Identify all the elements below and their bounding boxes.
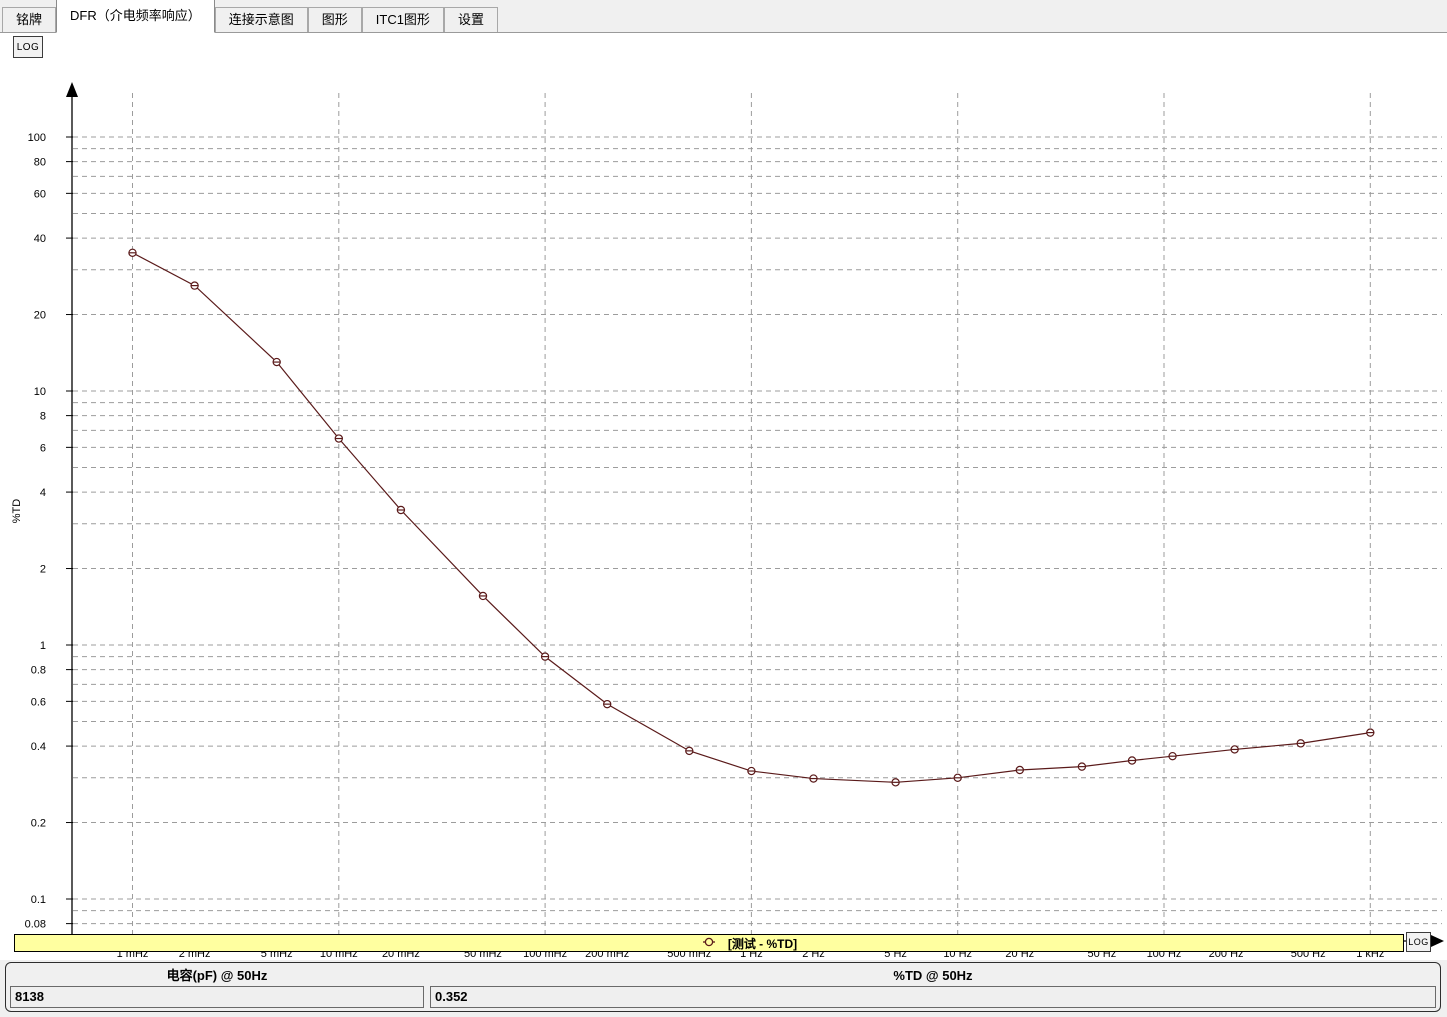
svg-text:40: 40 bbox=[34, 233, 46, 245]
tab-bar: 铭牌DFR（介电频率响应）连接示意图图形ITC1图形设置 bbox=[0, 0, 1447, 33]
svg-text:1: 1 bbox=[40, 640, 46, 652]
tab-dfr[interactable]: DFR（介电频率响应） bbox=[56, 0, 215, 33]
svg-text:10: 10 bbox=[34, 386, 46, 398]
tab-settings[interactable]: 设置 bbox=[444, 7, 498, 32]
readout-panel: 电容(pF) @ 50Hz 8138 %TD @ 50Hz 0.352 bbox=[5, 962, 1441, 1012]
svg-text:2: 2 bbox=[40, 564, 46, 576]
y-tick-labels: 100 80 60 40 20 10 8 6 4 2 1 0.8 0.6 0.4 0.2 0.1 0.08 bbox=[25, 132, 73, 931]
y-axis-arrow-icon bbox=[66, 82, 78, 97]
svg-text:0.2: 0.2 bbox=[31, 818, 46, 830]
svg-text:0.08: 0.08 bbox=[25, 919, 46, 931]
svg-text:20: 20 bbox=[34, 310, 46, 322]
svg-text:100: 100 bbox=[28, 132, 46, 144]
tab-itc1-graph[interactable]: ITC1图形 bbox=[362, 7, 444, 32]
axes bbox=[66, 82, 1444, 947]
chart-panel: 100 80 60 40 20 10 8 6 4 2 1 0.8 0.6 0.4 0.2 0.1 0.08 %TD… bbox=[0, 33, 1447, 960]
svg-text:0.6: 0.6 bbox=[31, 696, 46, 708]
svg-text:6: 6 bbox=[40, 442, 46, 454]
td-header: %TD @ 50Hz bbox=[430, 965, 1436, 986]
svg-text:80: 80 bbox=[34, 157, 46, 169]
vertical-gridlines bbox=[133, 93, 1371, 938]
legend-bar[interactable]: [测试 - %TD] bbox=[14, 934, 1404, 952]
x-axis-arrow-icon bbox=[1431, 935, 1444, 947]
svg-text:0.4: 0.4 bbox=[31, 741, 46, 753]
tab-connection-diagram[interactable]: 连接示意图 bbox=[215, 7, 308, 32]
svg-text:0.1: 0.1 bbox=[31, 894, 46, 906]
dfr-chart[interactable]: 100 80 60 40 20 10 8 6 4 2 1 0.8 0.6 0.4 0.2 0.1 0.08 %TD… bbox=[0, 33, 1447, 963]
x-axis-log-toggle-button[interactable]: LOG bbox=[1406, 932, 1431, 952]
svg-text:4: 4 bbox=[40, 487, 46, 499]
svg-text:8: 8 bbox=[40, 411, 46, 423]
capacitance-value-field[interactable]: 8138 bbox=[10, 986, 424, 1008]
tab-nameplate[interactable]: 铭牌 bbox=[2, 7, 56, 32]
svg-text:60: 60 bbox=[34, 188, 46, 200]
y-axis-title: %TD bbox=[11, 499, 23, 524]
td-value-field[interactable]: 0.352 bbox=[430, 986, 1436, 1008]
legend-series-label: [测试 - %TD] bbox=[728, 935, 797, 952]
y-axis-log-toggle-button[interactable]: LOG bbox=[13, 36, 43, 58]
tab-graph[interactable]: 图形 bbox=[308, 7, 362, 32]
series-marker-icon bbox=[701, 936, 717, 951]
svg-text:0.8: 0.8 bbox=[31, 665, 46, 677]
capacitance-header: 电容(pF) @ 50Hz bbox=[10, 965, 424, 986]
horizontal-gridlines bbox=[73, 137, 1442, 924]
